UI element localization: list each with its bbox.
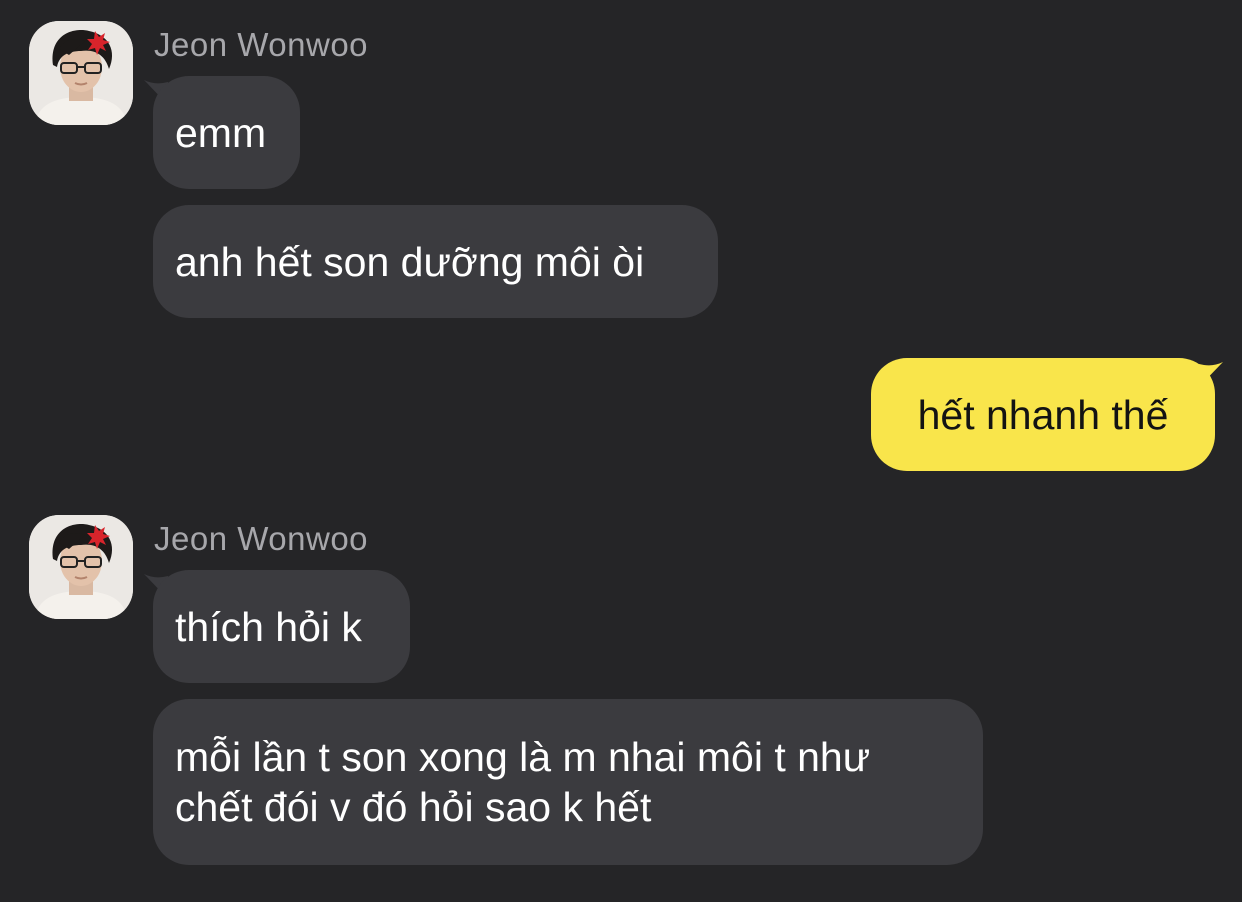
message-text: hết nhanh thế bbox=[917, 391, 1169, 438]
message-bubble[interactable]: hết nhanh thế bbox=[871, 358, 1215, 471]
sender-name: Jeon Wonwoo bbox=[154, 26, 369, 63]
profile-photo-icon bbox=[29, 21, 133, 125]
message-bubble[interactable]: thích hỏi k bbox=[153, 570, 410, 683]
avatar[interactable] bbox=[29, 515, 133, 619]
message-bubble[interactable]: emm bbox=[153, 76, 300, 189]
profile-photo-icon bbox=[29, 515, 133, 619]
avatar[interactable] bbox=[29, 21, 133, 125]
message-text: anh hết son dưỡng môi òi bbox=[175, 238, 645, 285]
message-text: emm bbox=[175, 109, 267, 156]
message-text: thích hỏi k bbox=[175, 603, 362, 650]
message-text: mỗi lần t son xong là m nhai môi t như c… bbox=[175, 734, 871, 830]
message-bubble[interactable]: anh hết son dưỡng môi òi bbox=[153, 205, 718, 318]
sender-name: Jeon Wonwoo bbox=[154, 520, 369, 557]
message-bubble[interactable]: mỗi lần t son xong là m nhai môi t như c… bbox=[153, 699, 983, 865]
